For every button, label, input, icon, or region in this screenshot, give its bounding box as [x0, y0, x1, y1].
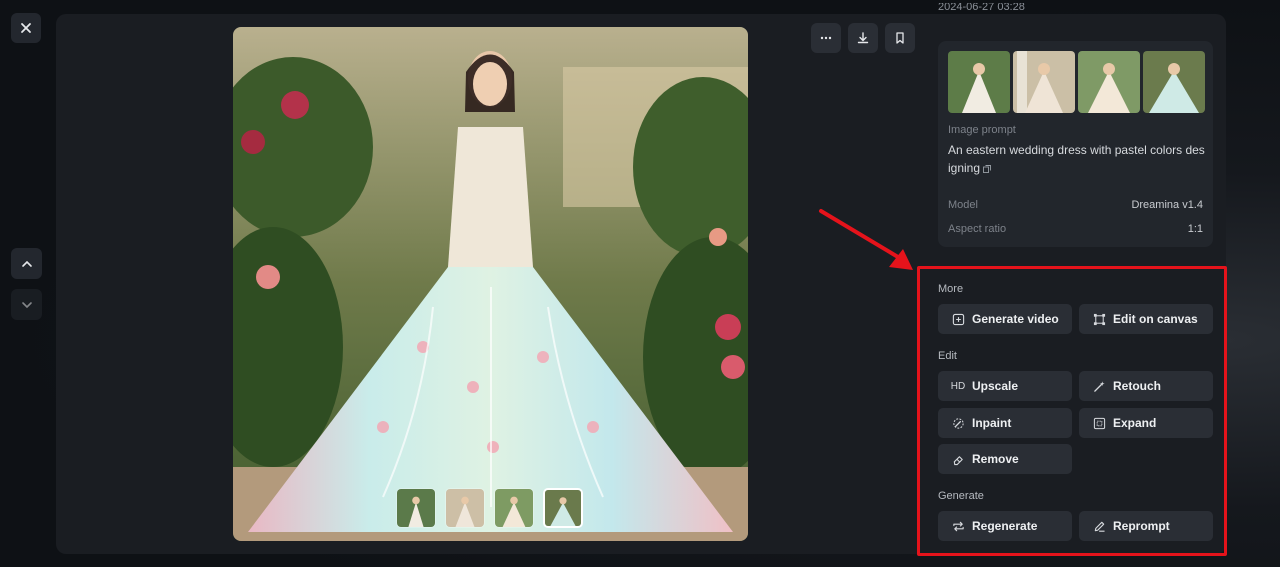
aspect-ratio-label: Aspect ratio [948, 223, 1007, 235]
image-thumbnail-strip [396, 488, 583, 528]
close-button[interactable] [11, 13, 41, 43]
aspect-ratio-row: Aspect ratio 1:1 [948, 223, 1203, 235]
thumbnail-2[interactable] [445, 488, 485, 528]
more-options-button[interactable] [811, 23, 841, 53]
generated-image[interactable] [233, 27, 748, 541]
result-thumbnail-4[interactable] [1143, 51, 1205, 113]
image-actions-toolbar [811, 23, 915, 53]
result-thumbnail-2[interactable] [1013, 51, 1075, 113]
thumbnail-1[interactable] [396, 488, 436, 528]
next-image-button[interactable] [11, 289, 42, 320]
wedding-dress-illustration [233, 27, 748, 541]
bookmark-icon [893, 31, 907, 45]
generated-thumbnails [948, 51, 1205, 113]
thumbnail-4[interactable] [543, 488, 583, 528]
copy-icon[interactable] [983, 164, 991, 173]
download-icon [856, 31, 870, 45]
highlight-annotation-box [917, 266, 1227, 556]
close-icon [19, 21, 33, 35]
result-thumbnail-1[interactable] [948, 51, 1010, 113]
bookmark-button[interactable] [885, 23, 915, 53]
model-row: Model Dreamina v1.4 [948, 199, 1203, 211]
result-thumbnail-3[interactable] [1078, 51, 1140, 113]
chevron-down-icon [20, 298, 34, 312]
thumbnail-3[interactable] [494, 488, 534, 528]
model-value: Dreamina v1.4 [1131, 199, 1203, 211]
creation-date: 2024-06-27 03:28 [938, 3, 1025, 13]
chevron-up-icon [20, 257, 34, 271]
ellipsis-icon [819, 31, 833, 45]
aspect-ratio-value: 1:1 [1187, 223, 1203, 235]
generation-info-card: Image prompt An eastern wedding dress wi… [938, 41, 1213, 247]
model-label: Model [948, 199, 978, 211]
annotation-arrow [819, 209, 913, 270]
download-button[interactable] [848, 23, 878, 53]
image-prompt-label: Image prompt [948, 124, 1016, 136]
previous-image-button[interactable] [11, 248, 42, 279]
image-prompt-text[interactable]: An eastern wedding dress with pastel col… [948, 141, 1206, 177]
